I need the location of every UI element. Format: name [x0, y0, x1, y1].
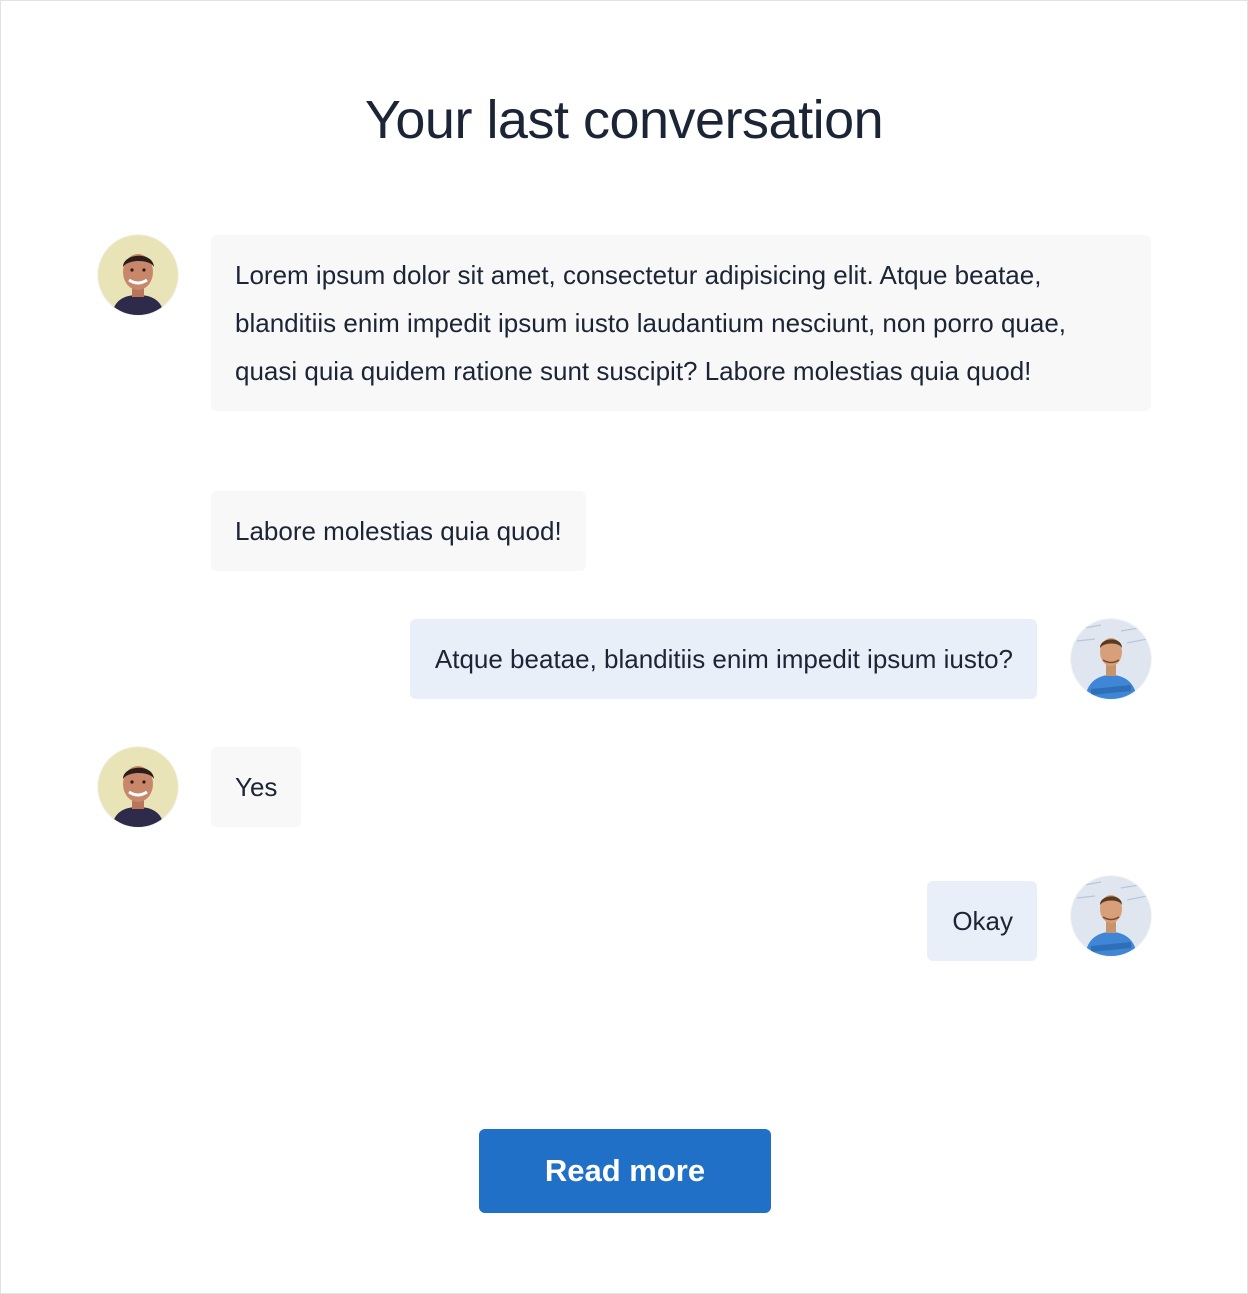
contact-avatar-icon [98, 235, 178, 315]
message-bubble: Yes [211, 747, 302, 827]
read-more-button[interactable]: Read more [479, 1129, 771, 1213]
contact-avatar-icon [98, 747, 178, 827]
contact-avatar [98, 235, 178, 315]
user-avatar-icon [1071, 876, 1151, 956]
message-bubble: Labore molestias quia quod! [211, 491, 586, 571]
contact-avatar [98, 747, 178, 827]
user-avatar [1071, 619, 1151, 699]
message-bubble: Atque beatae, blanditiis enim impedit ip… [409, 619, 1037, 699]
message-bubble: Okay [927, 881, 1037, 961]
user-avatar-icon [1071, 619, 1151, 699]
conversation-card: Your last conversation Lorem ipsum dolor… [0, 0, 1248, 1294]
message-bubble: Lorem ipsum dolor sit amet, consectetur … [211, 235, 1151, 411]
page-title: Your last conversation [364, 90, 884, 150]
user-avatar [1071, 876, 1151, 956]
